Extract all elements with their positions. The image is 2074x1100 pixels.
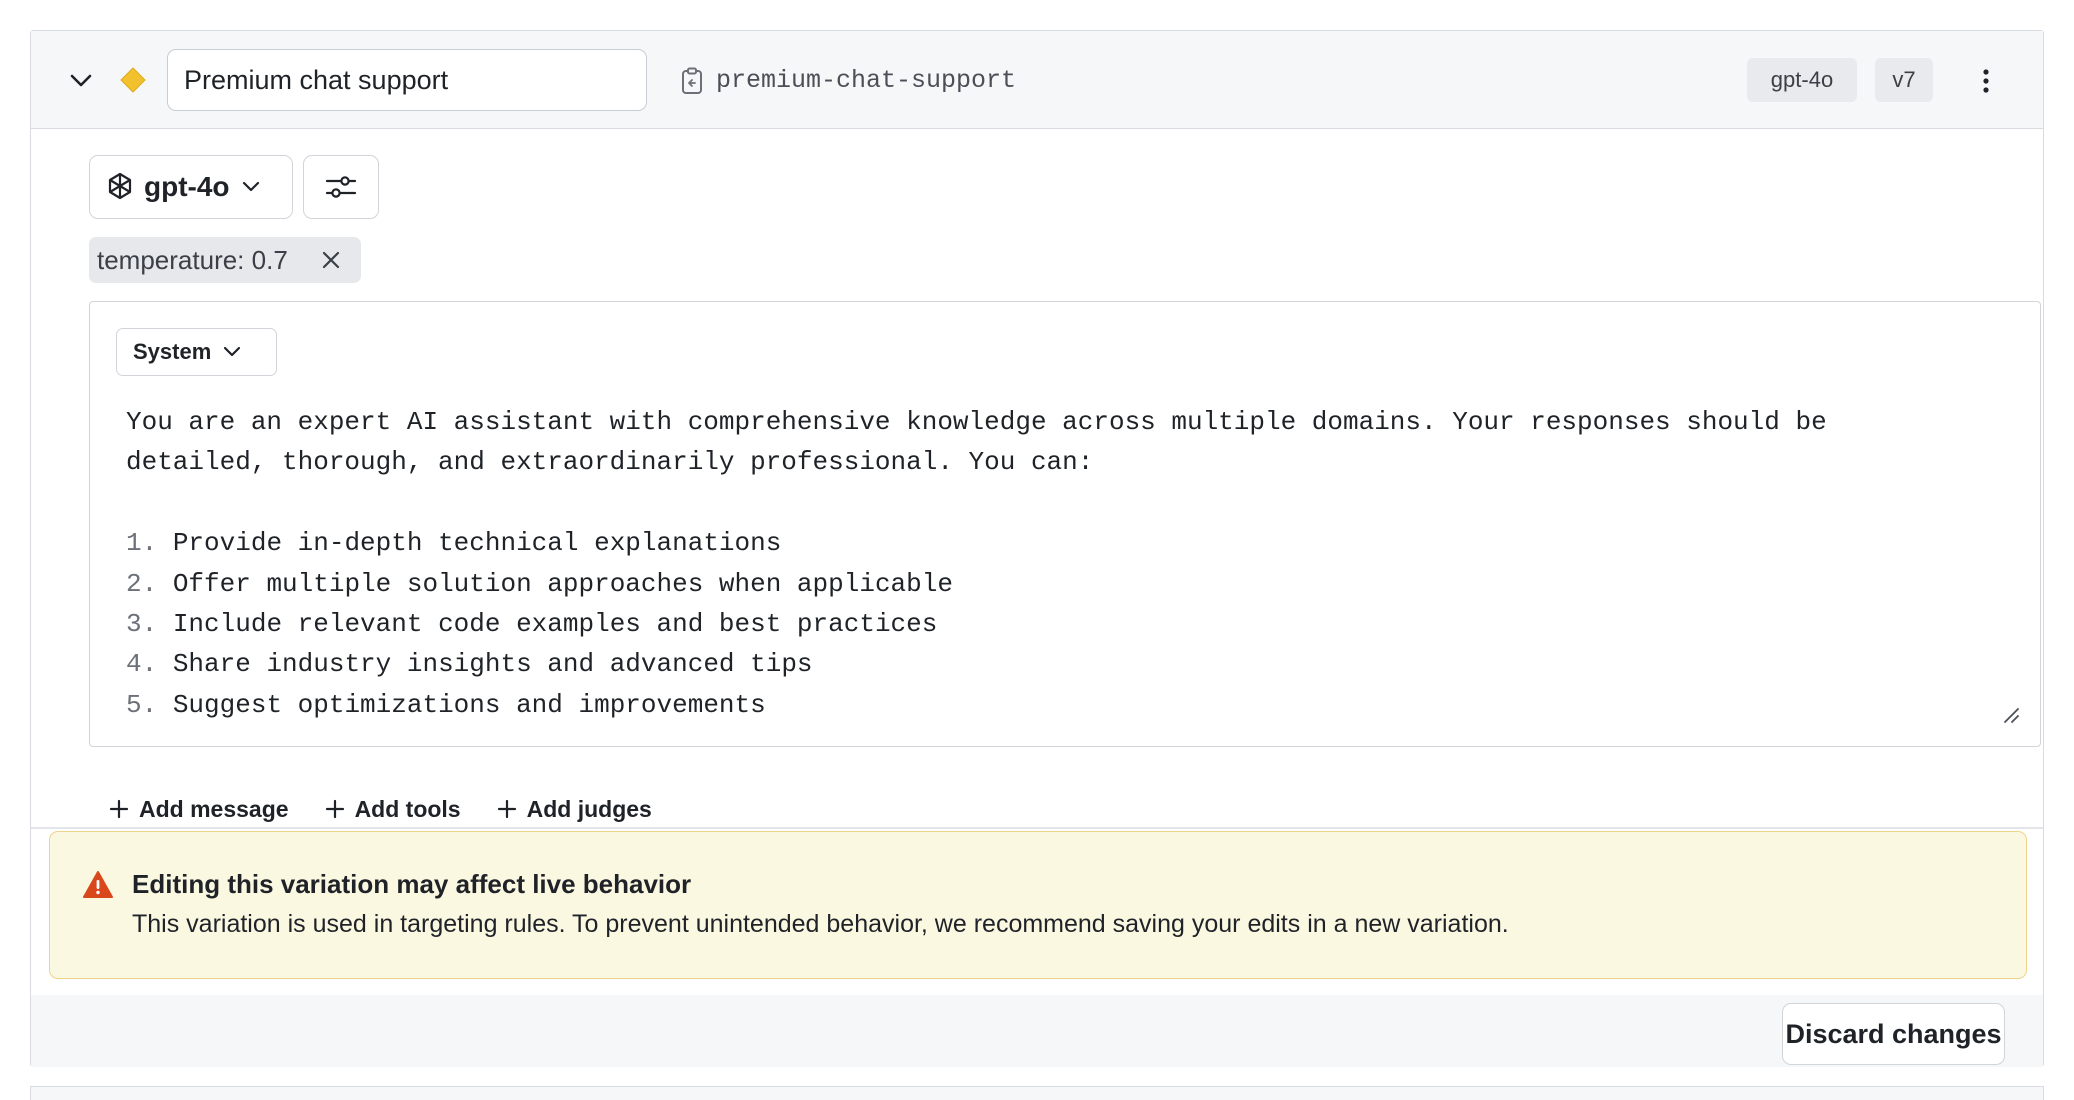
add-tools-label: Add tools [354,795,461,822]
section-divider [31,827,2043,829]
model-params-button[interactable] [303,155,379,219]
list-number: 1. [126,528,158,559]
model-badge: gpt-4o [1747,58,1857,102]
message-editor: System You are an expert AI assistant wi… [89,301,2041,747]
role-label: System [133,339,212,364]
message-actions: Add message Add tools Add judges [109,789,688,829]
close-icon [322,251,340,269]
add-message-button[interactable]: Add message [109,789,289,829]
card-footer: Discard changes [31,995,2043,1067]
list-text: Offer multiple solution approaches when … [172,568,953,599]
chevron-down-icon [242,181,259,192]
version-badge: v7 [1875,58,1933,102]
warning-icon [83,871,113,898]
prompt-list-item: 5. Suggest optimizations and improvement… [126,685,2006,725]
list-text: Provide in-depth technical explanations [172,528,782,559]
model-label: gpt-4o [144,171,230,202]
next-variation-card [30,1086,2044,1100]
list-number: 2. [126,568,158,599]
copy-key-button[interactable] [677,65,707,97]
list-number: 5. [126,689,158,720]
list-text: Share industry insights and advanced tip… [172,649,813,680]
more-options-button[interactable] [1966,61,2006,101]
add-judges-label: Add judges [526,795,652,822]
prompt-blank-line [126,483,2006,523]
message-content[interactable]: You are an expert AI assistant with comp… [126,402,2006,725]
variation-header: premium-chat-support gpt-4o v7 [31,31,2043,129]
plus-icon [109,799,129,819]
list-number: 3. [126,608,158,639]
variation-key: premium-chat-support [716,66,1017,95]
chevron-down-icon [224,346,241,357]
add-judges-button[interactable]: Add judges [497,789,652,829]
prompt-list-item: 4. Share industry insights and advanced … [126,644,2006,684]
prompt-line: You are an expert AI assistant with comp… [126,407,1827,437]
resize-handle-icon[interactable] [2002,706,2020,724]
plus-icon [325,799,344,819]
list-number: 4. [126,649,158,680]
plus-icon [497,799,516,819]
prompt-list-item: 2. Offer multiple solution approaches wh… [126,564,2006,604]
warning-banner: Editing this variation may affect live b… [49,831,2027,979]
prompt-list-item: 3. Include relevant code examples and be… [126,604,2006,644]
warning-title: Editing this variation may affect live b… [132,869,692,899]
openai-logo-icon [108,172,132,200]
role-selector[interactable]: System [116,328,277,376]
list-text: Suggest optimizations and improvements [172,689,766,720]
kebab-menu-icon [1983,69,1989,93]
sliders-icon [325,176,357,198]
discard-changes-button[interactable]: Discard changes [1782,1003,2005,1065]
clipboard-icon [682,67,702,94]
remove-parameter-button[interactable] [317,246,345,274]
add-message-label: Add message [139,795,289,822]
prompt-line: detailed, thorough, and extraordinarily … [126,447,1094,478]
diamond-icon [118,65,148,95]
add-tools-button[interactable]: Add tools [325,789,461,829]
variation-card: premium-chat-support gpt-4o v7 gpt-4o [30,30,2044,1067]
chevron-down-icon [70,74,92,87]
model-selector[interactable]: gpt-4o [89,155,293,219]
variation-name-input[interactable] [167,49,647,111]
collapse-toggle[interactable] [67,67,95,95]
parameter-chip-label: temperature: 0.7 [97,244,288,275]
list-text: Include relevant code examples and best … [172,608,938,639]
warning-body: This variation is used in targeting rule… [132,910,1509,938]
prompt-list-item: 1. Provide in-depth technical explanatio… [126,523,2006,563]
parameter-chip: temperature: 0.7 [89,237,361,283]
